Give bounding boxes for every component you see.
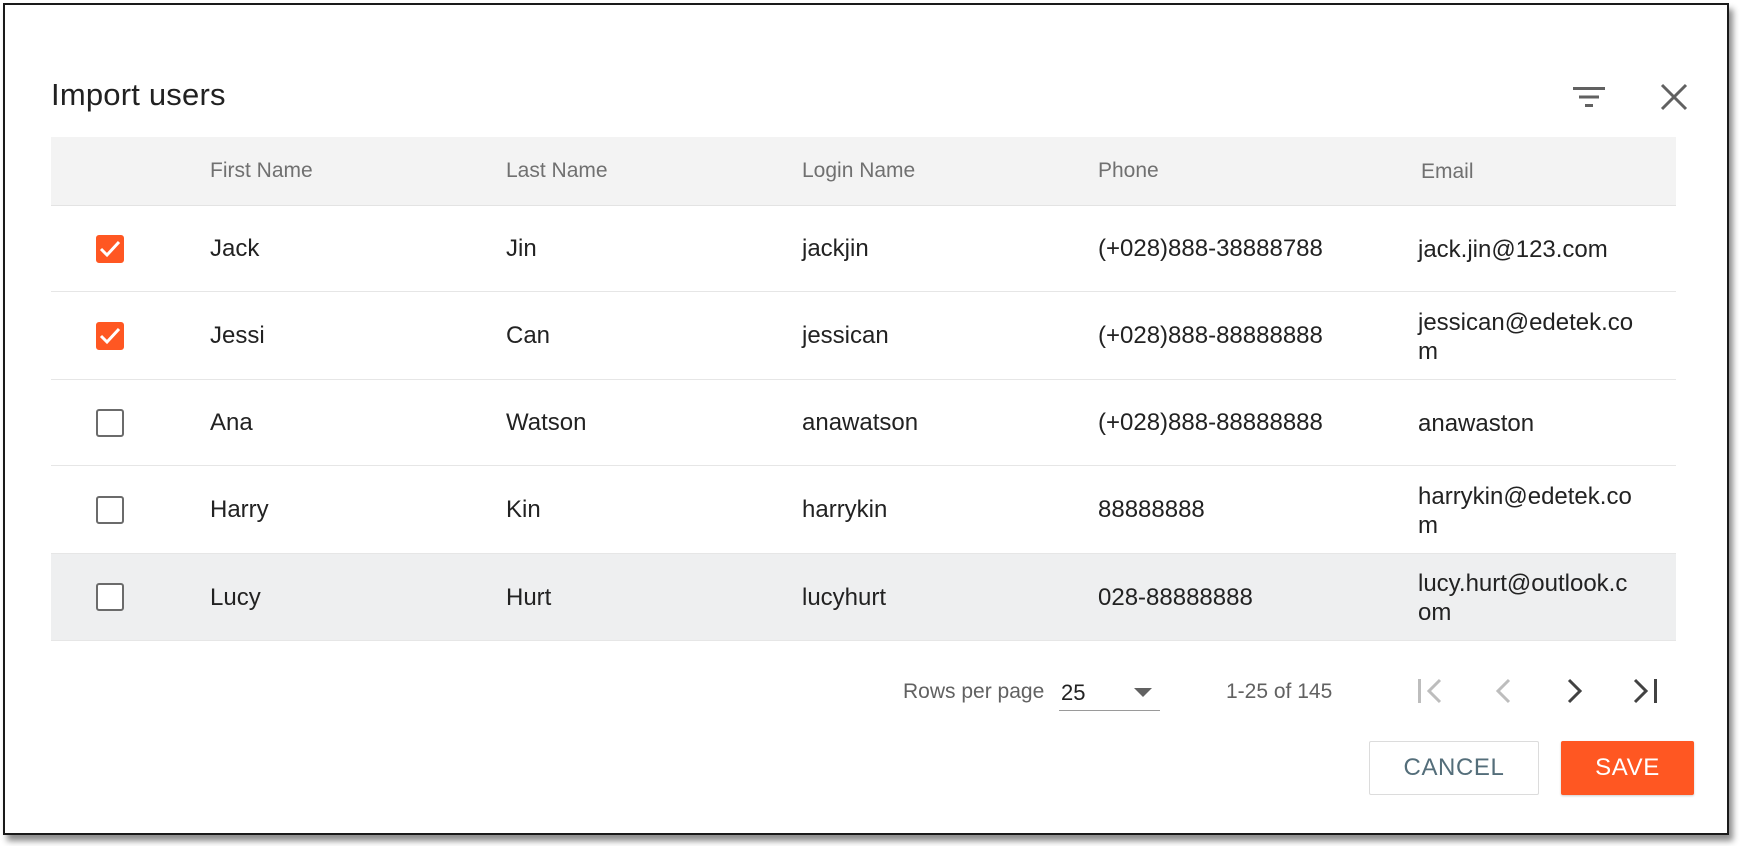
chevron-right-icon <box>1567 678 1583 704</box>
next-page-button[interactable] <box>1551 667 1599 715</box>
last-page-icon <box>1633 678 1657 704</box>
table-row[interactable]: Lucy Hurt lucyhurt 028-88888888 lucy.hur… <box>51 554 1676 641</box>
filter-icon <box>1573 87 1605 107</box>
table-row[interactable]: Ana Watson anawatson (+028)888-88888888 … <box>51 380 1676 466</box>
cell-phone: 88888888 <box>1098 496 1205 523</box>
pagination-range: 1-25 of 145 <box>1226 680 1333 703</box>
header-last-name[interactable]: Last Name <box>506 159 802 183</box>
cell-phone: (+028)888-88888888 <box>1098 322 1323 349</box>
row-checkbox[interactable] <box>96 495 124 524</box>
rows-per-page-label: Rows per page <box>903 680 1045 703</box>
last-page-button[interactable] <box>1621 667 1669 715</box>
cell-phone: 028-88888888 <box>1098 583 1253 611</box>
first-page-icon <box>1418 678 1442 704</box>
cell-phone: (+028)888-88888888 <box>1098 409 1323 436</box>
close-icon <box>1660 83 1688 111</box>
table-row[interactable]: Jack Jin jackjin (+028)888-38888788 jack… <box>51 206 1676 292</box>
row-checkbox[interactable] <box>96 321 124 350</box>
screen: Import users First Name Last Name Login <box>0 0 1740 846</box>
cell-last-name: Jin <box>506 235 537 262</box>
dialog-title: Import users <box>51 77 226 112</box>
row-checkbox[interactable] <box>96 583 124 611</box>
cell-login-name: harrykin <box>802 496 888 523</box>
dropdown-arrow-icon <box>1134 688 1152 697</box>
cell-email: harrykin@edetek.com <box>1418 482 1632 539</box>
header-phone[interactable]: Phone <box>1098 159 1418 183</box>
check-icon <box>99 327 121 344</box>
header-email[interactable]: Email <box>1418 158 1638 184</box>
cell-last-name: Can <box>506 322 551 349</box>
cell-first-name: Lucy <box>210 583 261 611</box>
save-button[interactable]: SAVE <box>1561 741 1694 795</box>
cell-email: jessican@edetek.com <box>1418 308 1634 365</box>
cell-first-name: Harry <box>210 496 269 523</box>
row-checkbox[interactable] <box>96 234 124 263</box>
cell-login-name: anawatson <box>802 409 919 436</box>
cell-last-name: Hurt <box>506 583 552 611</box>
dialog-header: Import users <box>5 5 1727 135</box>
cell-login-name: jessican <box>802 322 889 349</box>
close-button[interactable] <box>1650 73 1698 121</box>
cell-first-name: Jack <box>210 235 260 262</box>
cancel-button[interactable]: CANCEL <box>1369 741 1539 795</box>
cell-phone: (+028)888-38888788 <box>1098 235 1323 262</box>
users-table: First Name Last Name Login Name Phone Em… <box>51 137 1676 641</box>
table-header: First Name Last Name Login Name Phone Em… <box>51 137 1676 206</box>
rows-per-page-value: 25 <box>1061 680 1086 705</box>
cell-email: jack.jin@123.com <box>1418 236 1608 263</box>
table-row[interactable]: Harry Kin harrykin 88888888 harrykin@ede… <box>51 466 1676 554</box>
chevron-left-icon <box>1495 678 1511 704</box>
cell-first-name: Jessi <box>210 322 265 349</box>
rows-per-page-select[interactable]: 25 <box>1059 669 1160 711</box>
pagination-bar: Rows per page 25 1-25 of 145 <box>5 665 1727 721</box>
cell-last-name: Watson <box>506 409 587 436</box>
cell-login-name: lucyhurt <box>802 583 887 611</box>
filter-button[interactable] <box>1565 73 1613 121</box>
check-icon <box>99 240 121 257</box>
cell-login-name: jackjin <box>802 235 869 262</box>
header-login-name[interactable]: Login Name <box>802 159 1098 183</box>
cell-email: lucy.hurt@outlook.com <box>1418 570 1628 626</box>
header-first-name[interactable]: First Name <box>210 159 506 183</box>
row-checkbox[interactable] <box>96 408 124 437</box>
previous-page-button[interactable] <box>1479 667 1527 715</box>
cell-first-name: Ana <box>210 409 253 436</box>
cell-last-name: Kin <box>506 496 541 523</box>
first-page-button[interactable] <box>1407 667 1455 715</box>
cell-email: anawaston <box>1418 410 1535 437</box>
import-users-dialog: Import users First Name Last Name Login <box>3 3 1729 835</box>
table-row[interactable]: Jessi Can jessican (+028)888-88888888 je… <box>51 292 1676 380</box>
